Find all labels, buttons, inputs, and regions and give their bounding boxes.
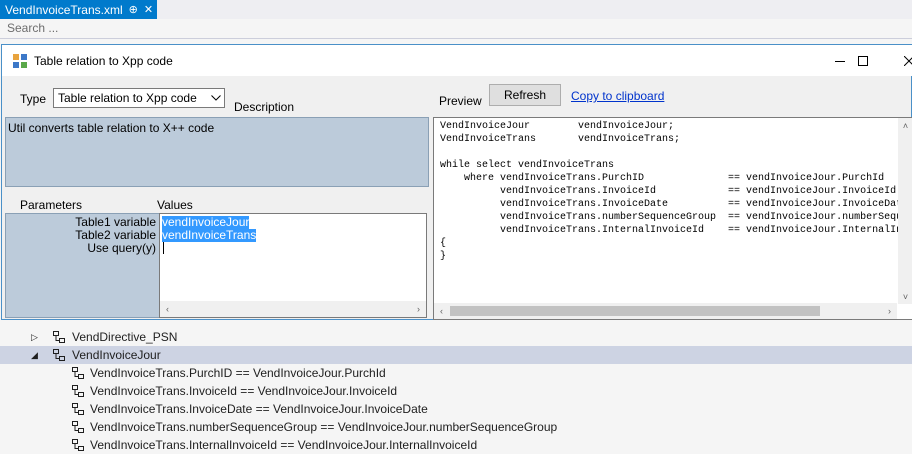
text-caret: [163, 242, 164, 254]
expand-icon[interactable]: ▷: [31, 332, 38, 343]
relation-icon: [53, 331, 65, 343]
field-relation-icon: [72, 385, 84, 397]
relation-icon: [53, 349, 65, 361]
tree-node[interactable]: ▷ VendDirective_PSN: [0, 328, 912, 346]
tree-node[interactable]: VendInvoiceTrans.PurchID == VendInvoiceJ…: [0, 364, 912, 382]
close-icon: [904, 55, 912, 66]
field-relation-icon: [72, 421, 84, 433]
description-box: Util converts table relation to X++ code: [5, 117, 429, 187]
search-input[interactable]: [0, 19, 407, 37]
parameters-label: Parameters: [20, 198, 83, 212]
tree-node[interactable]: VendInvoiceTrans.numberSequenceGroup == …: [0, 418, 912, 436]
chevron-down-icon: [208, 93, 224, 104]
parameters-panel: Table1 variable Table2 variable Use quer…: [5, 213, 160, 318]
tree-node[interactable]: VendInvoiceTrans.InvoiceDate == VendInvo…: [0, 400, 912, 418]
scroll-left-icon[interactable]: ‹: [434, 303, 449, 318]
tree-node-label: VendInvoiceTrans.InternalInvoiceId == Ve…: [90, 438, 478, 452]
close-icon[interactable]: ✕: [144, 3, 153, 16]
document-tab-title: VendInvoiceTrans.xml: [5, 2, 123, 17]
parameter-name: Use query(y): [87, 241, 156, 255]
scroll-up-icon[interactable]: ˄: [898, 118, 912, 133]
preview-code: VendInvoiceJour vendInvoiceJour; VendInv…: [440, 121, 912, 262]
document-tabstrip: VendInvoiceTrans.xml ⊕ ✕: [0, 0, 912, 20]
preview-horizontal-scrollbar[interactable]: ‹ ›: [434, 303, 897, 319]
description-label: Description: [234, 100, 295, 114]
search-bar: [0, 19, 912, 39]
scroll-right-icon[interactable]: ›: [411, 301, 426, 316]
dialog-titlebar: Table relation to Xpp code: [2, 45, 912, 76]
type-select[interactable]: Table relation to Xpp code: [53, 88, 225, 108]
tree-node-selected[interactable]: ◢ VendInvoiceJour: [0, 346, 912, 364]
maximize-button[interactable]: [840, 45, 886, 76]
tree-node[interactable]: VendInvoiceTrans.InvoiceId == VendInvoic…: [0, 382, 912, 400]
scroll-left-icon[interactable]: ‹: [160, 301, 175, 316]
values-label: Values: [157, 198, 193, 212]
dialog-title: Table relation to Xpp code: [34, 54, 173, 68]
tree-node-label: VendInvoiceTrans.PurchID == VendInvoiceJ…: [90, 366, 386, 380]
close-dialog-button[interactable]: [886, 45, 912, 76]
collapse-icon[interactable]: ◢: [31, 350, 38, 361]
table-relation-dialog: Table relation to Xpp code Type Table re…: [1, 44, 912, 320]
scroll-right-icon[interactable]: ›: [882, 303, 897, 318]
type-select-value: Table relation to Xpp code: [58, 91, 197, 105]
field-relation-icon: [72, 439, 84, 451]
preview-code-box[interactable]: VendInvoiceJour vendInvoiceJour; VendInv…: [433, 117, 912, 320]
tree-node[interactable]: VendInvoiceTrans.InternalInvoiceId == Ve…: [0, 436, 912, 454]
preview-label: Preview: [439, 94, 482, 108]
field-relation-icon: [72, 403, 84, 415]
scroll-down-icon[interactable]: ˅: [898, 289, 912, 304]
tree-node-label: VendInvoiceTrans.numberSequenceGroup == …: [90, 420, 558, 434]
scroll-thumb[interactable]: [450, 306, 820, 316]
document-tab[interactable]: VendInvoiceTrans.xml ⊕ ✕: [0, 0, 158, 19]
tree-node-label: VendInvoiceTrans.InvoiceId == VendInvoic…: [90, 384, 398, 398]
tree-node-label: VendDirective_PSN: [72, 330, 178, 344]
refresh-button[interactable]: Refresh: [489, 84, 561, 106]
tree-node-label: VendInvoiceTrans.InvoiceDate == VendInvo…: [90, 402, 428, 416]
pin-icon[interactable]: ⊕: [129, 3, 138, 16]
parameter-value[interactable]: vendInvoiceTrans: [162, 229, 257, 242]
values-editor[interactable]: vendInvoiceJour vendInvoiceTrans ‹ ›: [159, 213, 427, 318]
copy-to-clipboard-link[interactable]: Copy to clipboard: [571, 89, 664, 103]
maximize-icon: [858, 55, 868, 66]
app-icon: [13, 54, 27, 68]
type-label: Type: [20, 92, 47, 106]
preview-vertical-scrollbar[interactable]: ˄ ˅: [898, 118, 912, 304]
field-relation-icon: [72, 367, 84, 379]
relations-tree: ▷ VendDirective_PSN ◢ VendInvoiceJour Ve…: [0, 326, 912, 453]
values-horizontal-scrollbar[interactable]: ‹ ›: [160, 301, 426, 317]
tree-node-label: VendInvoiceJour: [72, 348, 161, 362]
